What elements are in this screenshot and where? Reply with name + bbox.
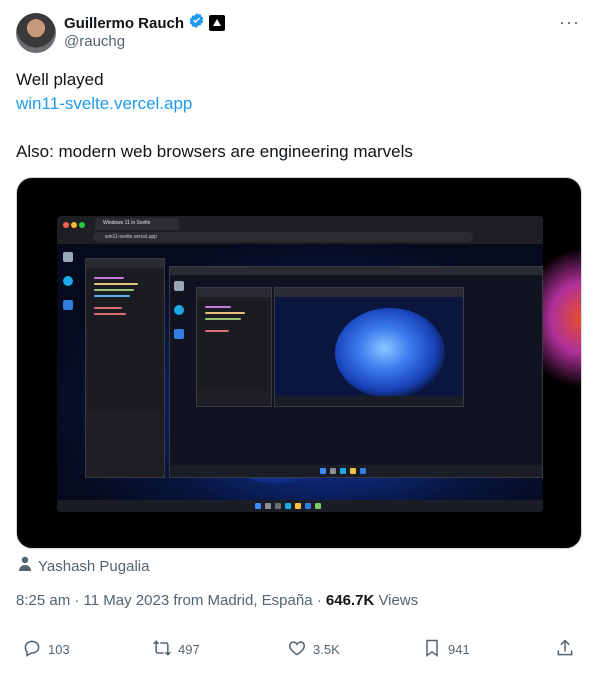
vscode-titlebar (86, 259, 164, 268)
edge-taskbar-icon (340, 468, 346, 474)
search-icon (265, 503, 271, 509)
store-icon (315, 503, 321, 509)
code-line (94, 307, 122, 309)
windows-taskbar (57, 500, 543, 512)
tweet-date-location[interactable]: 11 May 2023 from Madrid, España (84, 592, 313, 609)
folder-icon (350, 468, 356, 474)
code-line (94, 283, 138, 285)
like-count: 3.5K (313, 642, 340, 657)
start-icon (255, 503, 261, 509)
browser-tab: Windows 11 in Svelte (95, 218, 179, 230)
tweet-actions-bar: 103 497 3.5K 941 (0, 638, 598, 662)
vscode-icon (63, 300, 73, 310)
inner-vscode-icon (174, 329, 184, 339)
verified-badge-icon (188, 12, 205, 34)
inner-browser-window (169, 266, 543, 478)
inner-wallpaper-bloom (335, 308, 445, 398)
inner-recycle-bin-icon (174, 281, 184, 291)
vscode-window (85, 258, 165, 478)
close-dot-icon (63, 222, 69, 228)
bookmark-button[interactable]: 941 (422, 638, 470, 661)
inner-browser-taskbar (170, 465, 542, 477)
tweet-text-line-1: Well played (16, 70, 104, 89)
tweet-meta: 8:25 am · 11 May 2023 from Madrid, Españ… (16, 592, 418, 609)
tweet-time[interactable]: 8:25 am (16, 592, 70, 609)
tagged-user-name[interactable]: Yashash Pugalia (38, 558, 149, 575)
inner-desktop-window (274, 287, 464, 407)
desktop-wallpaper (57, 244, 543, 512)
vscode-taskbar-icon (305, 503, 311, 509)
minimize-dot-icon (71, 222, 77, 228)
code-editor (88, 271, 162, 411)
avatar[interactable] (16, 13, 56, 53)
retweet-button[interactable]: 497 (152, 638, 200, 661)
vercel-triangle-icon[interactable] (209, 15, 226, 31)
code-line (94, 277, 124, 279)
browser-chrome: Windows 11 in Svelte win11-svelte.vercel… (57, 216, 543, 244)
browser-url-label: win11-svelte.vercel.app (105, 234, 157, 240)
share-icon (555, 638, 575, 661)
retweet-icon (152, 638, 172, 661)
code-line (205, 312, 245, 314)
retweet-count: 497 (178, 642, 200, 657)
edge-icon (63, 276, 73, 286)
code-line (205, 330, 229, 332)
more-options-icon[interactable]: ··· (559, 12, 580, 33)
share-button[interactable] (555, 638, 575, 661)
meta-separator: · (70, 592, 84, 609)
search-icon (330, 468, 336, 474)
reply-button[interactable]: 103 (22, 638, 70, 661)
like-button[interactable]: 3.5K (287, 638, 340, 661)
inner-taskbar (275, 396, 463, 406)
views-label: Views (378, 592, 419, 609)
bookmark-count: 941 (448, 642, 470, 657)
tweet-link[interactable]: win11-svelte.vercel.app (16, 94, 192, 114)
inner-browser-titlebar (170, 267, 542, 275)
reply-icon (22, 638, 42, 661)
code-line (205, 318, 241, 320)
code-line (205, 306, 231, 308)
maximize-dot-icon (79, 222, 85, 228)
recycle-bin-icon (63, 252, 73, 262)
inner-vscode-window (196, 287, 272, 407)
user-handle[interactable]: @rauchg (64, 33, 125, 50)
vscode-taskbar-icon (360, 468, 366, 474)
inner-edge-icon (174, 305, 184, 315)
folder-icon (295, 503, 301, 509)
code-line (94, 295, 130, 297)
tagged-user-row[interactable]: Yashash Pugalia (18, 556, 149, 576)
code-line (94, 313, 126, 315)
views-count: 646.7K (325, 592, 375, 609)
reply-count: 103 (48, 642, 70, 657)
start-icon (320, 468, 326, 474)
browser-window-screenshot: Windows 11 in Svelte win11-svelte.vercel… (57, 216, 543, 512)
code-line (94, 289, 134, 291)
edge-taskbar-icon (285, 503, 291, 509)
inner-code-editor (199, 300, 269, 390)
inner-desktop-titlebar (275, 288, 463, 297)
meta-separator: · (312, 592, 326, 609)
bookmark-icon (422, 638, 442, 661)
display-name[interactable]: Guillermo Rauch (64, 15, 184, 32)
browser-tab-label: Windows 11 in Svelte (103, 220, 151, 226)
tweet-media-image[interactable]: Windows 11 in Svelte win11-svelte.vercel… (16, 177, 582, 549)
task-view-icon (275, 503, 281, 509)
tweet-text-line-2: Also: modern web browsers are engineerin… (16, 142, 413, 161)
browser-url-bar: win11-svelte.vercel.app (93, 232, 473, 242)
author-name-row: Guillermo Rauch (64, 12, 226, 34)
person-icon (18, 556, 32, 576)
inner-vscode-titlebar (197, 288, 271, 297)
heart-icon (287, 638, 307, 661)
